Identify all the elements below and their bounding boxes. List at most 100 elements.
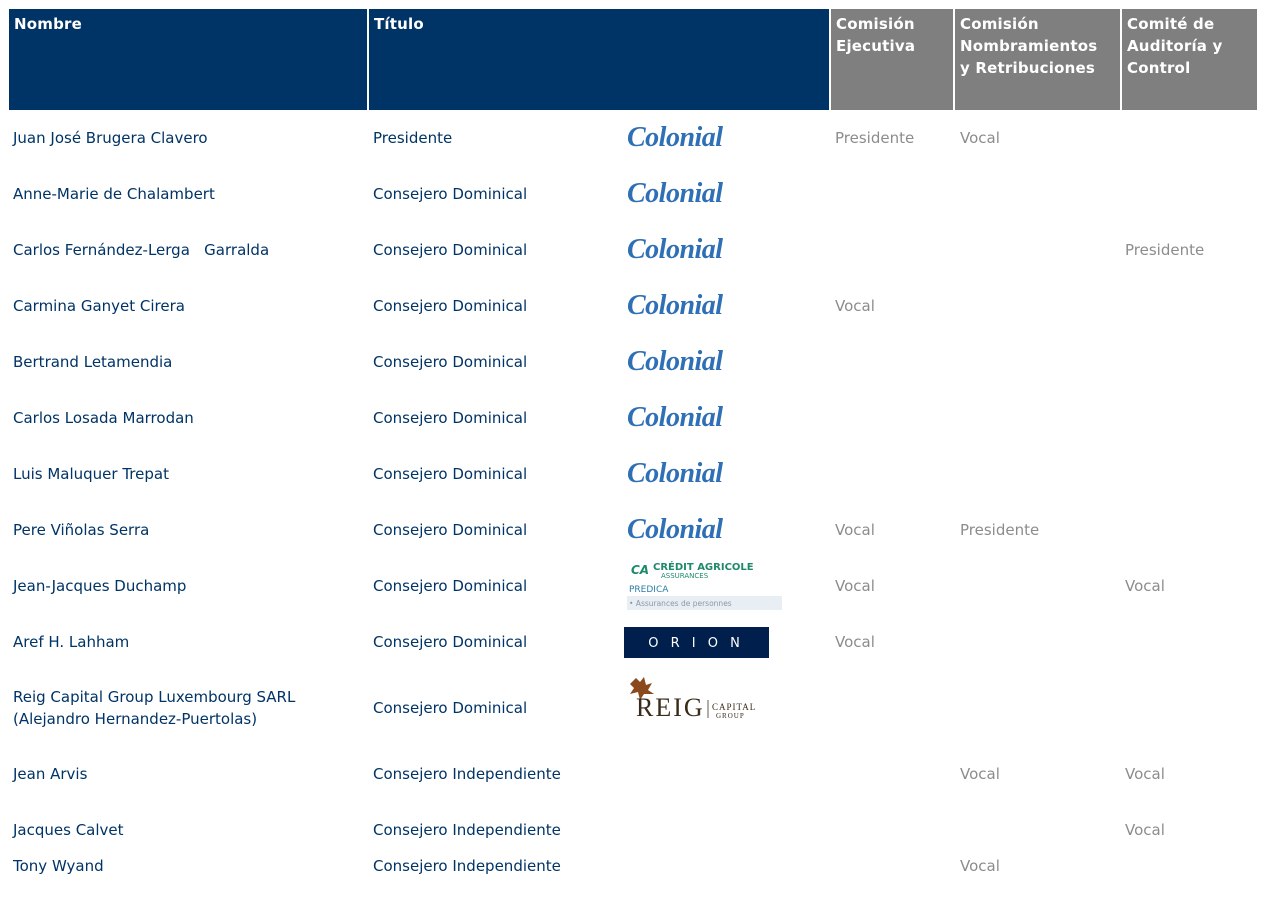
row-comision-ejecutiva: Vocal — [835, 577, 875, 595]
row-titulo: Consejero Dominical — [373, 409, 528, 427]
row-comite-auditoria — [1125, 334, 1255, 390]
row-comision-nombramientos — [960, 278, 1120, 334]
row-titulo: Consejero Dominical — [373, 577, 528, 595]
colonial-logo: Colonial — [627, 446, 817, 502]
colonial-logo: Colonial — [627, 166, 817, 222]
header-titulo: Título — [369, 9, 829, 110]
row-comision-ejecutiva: Vocal — [835, 297, 875, 315]
table-row: Aref H. Lahham Consejero Dominical O R I… — [0, 614, 1266, 670]
row-comision-ejecutiva — [835, 446, 953, 502]
row-comision-nombramientos — [960, 222, 1120, 278]
predica-text: PREDICA — [629, 585, 669, 595]
table-row: Luis Maluquer Trepat Consejero Dominical… — [0, 446, 1266, 502]
row-titulo: Consejero Independiente — [373, 765, 561, 783]
reig-logo: REIG CAPITAL GROUP — [627, 670, 817, 746]
row-comision-nombramientos — [960, 670, 1120, 746]
row-nombre: Reig Capital Group Luxembourg SARL (Alej… — [13, 670, 368, 746]
row-titulo: Consejero Dominical — [373, 465, 528, 483]
row-nombre: Carlos Fernández-Lerga Garralda — [13, 241, 270, 259]
row-comite-auditoria: Vocal — [1125, 765, 1165, 783]
table-row: Jean-Jacques Duchamp Consejero Dominical… — [0, 558, 1266, 614]
header-nombre: Nombre — [9, 9, 367, 110]
row-comite-auditoria: Vocal — [1125, 577, 1165, 595]
table-row: Juan José Brugera Clavero Presidente Col… — [0, 110, 1266, 166]
row-comite-auditoria — [1125, 614, 1255, 670]
header-comite-auditoria-line-1: Comité de — [1127, 15, 1215, 33]
orion-logo-text: O R I O N — [648, 636, 744, 651]
reig-logo-graphic: REIG CAPITAL GROUP — [630, 677, 756, 722]
table-row: Pere Viñolas Serra Consejero Dominical C… — [0, 502, 1266, 558]
row-comite-auditoria — [1125, 670, 1255, 746]
svg-text:CA: CA — [631, 563, 649, 577]
credit-agricole-sub: ASSURANCES — [661, 572, 709, 580]
table-row: Jean Arvis Consejero Independiente Vocal… — [0, 746, 1266, 802]
row-comite-auditoria — [1125, 110, 1255, 166]
colonial-logo-text: Colonial — [627, 402, 723, 433]
row-titulo: Presidente — [373, 129, 453, 147]
row-nombre: Aref H. Lahham — [13, 633, 130, 651]
row-comision-nombramientos — [960, 558, 1120, 614]
row-comite-auditoria — [1125, 502, 1255, 558]
row-comite-auditoria — [1125, 446, 1255, 502]
reig-group-text: GROUP — [716, 712, 745, 720]
colonial-logo-text: Colonial — [627, 122, 723, 153]
row-comision-ejecutiva: Presidente — [835, 129, 915, 147]
header-titulo-label: Título — [374, 15, 424, 33]
row-comite-auditoria — [1125, 278, 1255, 334]
row-titulo: Consejero Dominical — [373, 699, 528, 717]
row-comision-nombramientos — [960, 334, 1120, 390]
row-comite-auditoria: Presidente — [1125, 241, 1205, 259]
row-titulo: Consejero Dominical — [373, 633, 528, 651]
table-row: Carlos Losada Marrodan Consejero Dominic… — [0, 390, 1266, 446]
row-comision-nombramientos: Vocal — [960, 129, 1000, 147]
colonial-logo: Colonial — [627, 110, 817, 166]
row-comision-ejecutiva: Vocal — [835, 521, 875, 539]
header-comision-ejecutiva-line-2: Ejecutiva — [836, 37, 916, 55]
row-comision-ejecutiva: Vocal — [835, 633, 875, 651]
orion-logo: O R I O N — [624, 614, 817, 670]
table-row: Carmina Ganyet Cirera Consejero Dominica… — [0, 278, 1266, 334]
table-row: Bertrand Letamendia Consejero Dominical … — [0, 334, 1266, 390]
header-comite-auditoria: Comité de Auditoría y Control — [1122, 9, 1257, 110]
table-row: Tony Wyand Consejero Independiente Vocal — [0, 834, 1266, 897]
row-nombre: Bertrand Letamendia — [13, 353, 173, 371]
header-comision-nombramientos-line-1: Comisión — [960, 15, 1039, 33]
row-comision-ejecutiva — [835, 746, 953, 802]
orion-logo-graphic: O R I O N — [624, 626, 769, 658]
table-row: Carlos Fernández-Lerga Garralda Consejer… — [0, 222, 1266, 278]
row-nombre: Luis Maluquer Trepat — [13, 465, 169, 483]
row-nombre: Juan José Brugera Clavero — [13, 129, 208, 147]
row-comision-nombramientos — [960, 446, 1120, 502]
row-nombre: Anne-Marie de Chalambert — [13, 185, 215, 203]
reig-capital-text: CAPITAL — [712, 702, 756, 712]
colonial-logo: Colonial — [627, 390, 817, 446]
row-comision-nombramientos — [960, 614, 1120, 670]
row-comision-ejecutiva — [835, 390, 953, 446]
colonial-logo-text: Colonial — [627, 178, 723, 209]
row-comision-ejecutiva — [835, 834, 953, 897]
row-comision-nombramientos — [960, 166, 1120, 222]
row-nombre: Pere Viñolas Serra — [13, 521, 150, 539]
row-titulo: Consejero Dominical — [373, 521, 528, 539]
row-titulo: Consejero Independiente — [373, 856, 561, 875]
row-comision-ejecutiva — [835, 670, 953, 746]
header-comite-auditoria-line-2: Auditoría y — [1127, 37, 1223, 55]
colonial-logo: Colonial — [627, 278, 817, 334]
row-titulo: Consejero Dominical — [373, 353, 528, 371]
row-nombre: Carlos Losada Marrodan — [13, 409, 194, 427]
header-comision-nombramientos: Comisión Nombramientos y Retribuciones — [955, 9, 1120, 110]
row-comision-ejecutiva — [835, 334, 953, 390]
table-row: Reig Capital Group Luxembourg SARL (Alej… — [0, 670, 1266, 746]
row-nombre: Tony Wyand — [13, 856, 104, 875]
colonial-logo: Colonial — [627, 222, 817, 278]
credit-agricole-logo-graphic: CA CRÉDIT AGRICOLE ASSURANCES PREDICA • … — [627, 560, 782, 612]
row-comision-nombramientos: Vocal — [960, 765, 1000, 783]
row-titulo: Consejero Dominical — [373, 241, 528, 259]
row-comite-auditoria — [1125, 834, 1255, 897]
row-titulo: Consejero Dominical — [373, 297, 528, 315]
row-comision-nombramientos — [960, 390, 1120, 446]
row-nombre-line-1: Reig Capital Group Luxembourg SARL — [13, 688, 296, 706]
table-row: Anne-Marie de Chalambert Consejero Domin… — [0, 166, 1266, 222]
row-nombre-line-2: (Alejandro Hernandez-Puertolas) — [13, 710, 258, 728]
header-comite-auditoria-line-3: Control — [1127, 59, 1191, 77]
